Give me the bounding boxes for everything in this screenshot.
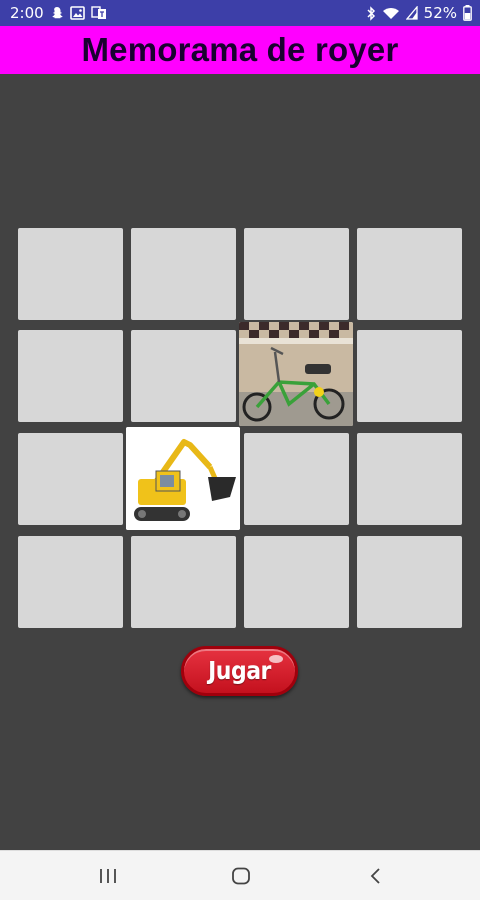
memory-card-r3c4[interactable] [357,433,462,525]
back-icon [370,868,380,884]
bicycle-image [239,322,353,426]
excavator-image [126,427,240,530]
system-navigation-bar [0,850,480,900]
memory-card-r4c1[interactable] [18,536,123,628]
recent-apps-icon [100,869,116,883]
back-button[interactable] [356,863,396,889]
memory-card-r3c2-excavator[interactable] [126,427,240,530]
play-button[interactable]: Jugar [181,646,298,696]
memory-card-r2c1[interactable] [18,330,123,422]
button-shine [269,655,283,663]
play-button-label: Jugar [208,656,271,686]
memory-card-r3c3[interactable] [244,433,349,525]
memory-card-r4c3[interactable] [244,536,349,628]
memory-card-r2c2[interactable] [131,330,236,422]
memory-card-r2c3-bicycle[interactable] [239,322,353,426]
memory-board [0,0,480,900]
memory-card-r3c1[interactable] [18,433,123,525]
memory-card-r1c3[interactable] [244,228,349,320]
recent-apps-button[interactable] [88,863,128,889]
memory-card-r1c2[interactable] [131,228,236,320]
memory-card-r1c4[interactable] [357,228,462,320]
memory-card-r2c4[interactable] [357,330,462,422]
memory-card-r4c2[interactable] [131,536,236,628]
home-button[interactable] [221,863,261,889]
memory-card-r4c4[interactable] [357,536,462,628]
memory-card-r1c1[interactable] [18,228,123,320]
home-icon [232,867,250,885]
